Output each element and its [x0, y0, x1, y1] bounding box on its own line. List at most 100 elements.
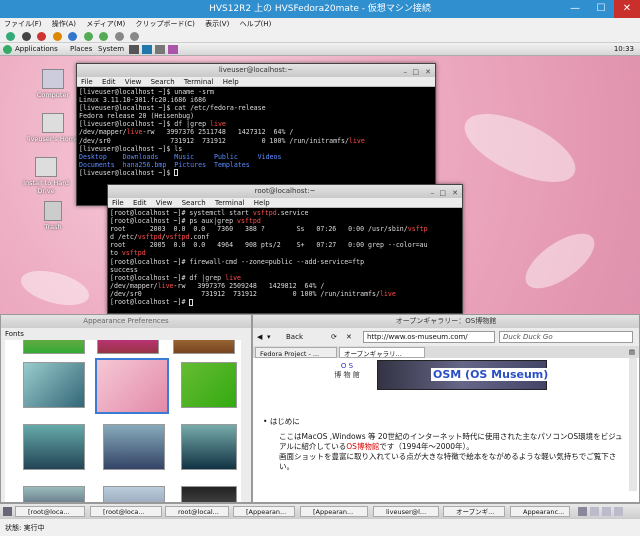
- minimize-icon[interactable]: –: [404, 66, 408, 79]
- reset-icon[interactable]: [99, 32, 109, 41]
- workspace-switcher-icon[interactable]: [614, 507, 623, 516]
- reload-icon[interactable]: ⟳: [331, 328, 337, 346]
- menu-file[interactable]: File: [81, 78, 93, 86]
- pause-icon[interactable]: [83, 32, 93, 41]
- taskbar-item[interactable]: [Appearan...: [300, 506, 368, 517]
- appearance-preferences-window[interactable]: Appearance Preferences Fonts: [0, 314, 252, 503]
- minimize-icon[interactable]: —: [562, 0, 588, 18]
- wallpaper-thumbnail[interactable]: [23, 362, 85, 408]
- desktop-icon-install[interactable]: Install to Hard Drive: [16, 157, 76, 195]
- wallpaper-thumbnail[interactable]: [181, 486, 237, 502]
- stop-icon[interactable]: ✕: [346, 328, 352, 346]
- revert-icon[interactable]: [130, 32, 140, 41]
- dropdown-icon[interactable]: ▾: [267, 328, 271, 346]
- taskbar-item[interactable]: オープンギ...: [443, 506, 505, 517]
- workspace-switcher-icon[interactable]: [602, 507, 611, 516]
- wallpaper-thumbnail[interactable]: [103, 424, 165, 470]
- terminal-output[interactable]: [root@localhost ~]# systemctl start vsft…: [108, 208, 462, 307]
- turn-off-icon[interactable]: [37, 32, 47, 41]
- appearance-title-bar[interactable]: Appearance Preferences: [1, 315, 251, 328]
- wallpaper-thumbnail[interactable]: [23, 486, 85, 502]
- guest-desktop: Applications Places System 10:33 Compute…: [0, 43, 640, 518]
- taskbar-item[interactable]: Appearanc...: [510, 506, 570, 517]
- desktop-icon-trash[interactable]: Trash: [23, 201, 83, 231]
- browser-title-bar[interactable]: オープンギャラリー：OS博物館: [253, 315, 639, 328]
- menu-clipboard[interactable]: クリップボード(C): [135, 20, 194, 28]
- terminal-window-root[interactable]: root@localhost:~ – □ ✕ File Edit View Se…: [107, 184, 463, 314]
- tab-os-museum[interactable]: オープンギャラリ...: [339, 347, 425, 358]
- terminal-output[interactable]: [liveuser@localhost ~]$ uname -srm Linux …: [77, 87, 435, 178]
- workspace-switcher-icon[interactable]: [578, 507, 587, 516]
- wallpaper-thumbnail[interactable]: [97, 340, 159, 354]
- wallpaper-thumbnail[interactable]: [103, 486, 165, 502]
- close-icon[interactable]: ✕: [614, 0, 640, 18]
- menu-file[interactable]: File: [112, 199, 124, 207]
- maximize-icon[interactable]: ☐: [588, 0, 614, 18]
- taskbar-item[interactable]: liveuser@l...: [373, 506, 439, 517]
- wallpaper-thumbnail-selected[interactable]: [95, 358, 169, 414]
- show-desktop-icon[interactable]: [3, 507, 12, 516]
- menu-search[interactable]: Search: [182, 199, 206, 207]
- wallpaper-thumbnail[interactable]: [23, 340, 85, 354]
- wallpaper-thumbnail[interactable]: [181, 362, 237, 408]
- search-field[interactable]: Duck Duck Go: [499, 331, 633, 343]
- menu-view[interactable]: 表示(V): [205, 20, 229, 28]
- taskbar-item[interactable]: [Appearan...: [233, 506, 295, 517]
- start-icon[interactable]: [21, 32, 31, 41]
- applications-menu[interactable]: Applications: [15, 43, 58, 56]
- url-field[interactable]: http://www.os-museum.com/: [363, 331, 495, 343]
- menu-terminal[interactable]: Terminal: [184, 78, 214, 86]
- help-launcher-icon[interactable]: [168, 45, 178, 54]
- places-menu[interactable]: Places: [70, 43, 92, 56]
- menu-search[interactable]: Search: [151, 78, 175, 86]
- desktop-icon-computer[interactable]: Computer: [23, 69, 83, 99]
- desktop-icon-home[interactable]: liveuser's Home: [23, 113, 83, 143]
- workspace-switcher-icon[interactable]: [590, 507, 599, 516]
- minimize-icon[interactable]: –: [431, 187, 435, 200]
- save-icon[interactable]: [68, 32, 78, 41]
- menu-edit[interactable]: Edit: [102, 78, 116, 86]
- files-launcher-icon[interactable]: [155, 45, 165, 54]
- terminal-line: root 2003 0.0 0.0 7360 388 ? Ss 07:26 0:…: [110, 225, 428, 234]
- menu-edit[interactable]: Edit: [133, 199, 147, 207]
- wallpaper-thumbnail[interactable]: [23, 424, 85, 470]
- terminal-title-bar[interactable]: liveuser@localhost:~ – □ ✕: [77, 64, 435, 77]
- wallpaper-thumbnail[interactable]: [173, 340, 235, 354]
- new-tab-icon[interactable]: ▤: [629, 346, 635, 358]
- browser-window[interactable]: オープンギャラリー：OS博物館 ◀ ▾ Back ⟳ ✕ http://www.…: [252, 314, 640, 503]
- taskbar-item[interactable]: [root@loca...: [15, 506, 85, 517]
- menu-help[interactable]: Help: [254, 199, 270, 207]
- menu-view[interactable]: View: [125, 78, 142, 86]
- close-icon[interactable]: ✕: [452, 187, 458, 200]
- clock[interactable]: 10:33: [614, 43, 634, 56]
- os-museum-logo: O S 博 物 館: [334, 362, 360, 379]
- system-menu[interactable]: System: [98, 43, 124, 56]
- menu-terminal[interactable]: Terminal: [215, 199, 245, 207]
- wallpaper-thumbnail[interactable]: [181, 424, 237, 470]
- scrollbar[interactable]: [629, 358, 637, 491]
- menu-view[interactable]: View: [156, 199, 173, 207]
- menu-help[interactable]: ヘルプ(H): [240, 20, 272, 28]
- shutdown-icon[interactable]: [52, 32, 62, 41]
- terminal-title-bar[interactable]: root@localhost:~ – □ ✕: [108, 185, 462, 198]
- menu-media[interactable]: メディア(M): [86, 20, 125, 28]
- taskbar-item[interactable]: [root@loca...: [90, 506, 162, 517]
- terminal-line: [liveuser@localhost ~]$ uname -srm: [79, 88, 214, 96]
- menu-action[interactable]: 操作(A): [52, 20, 76, 28]
- firefox-launcher-icon[interactable]: [142, 45, 152, 54]
- bottom-taskbar: [root@loca... [root@loca... root@local..…: [0, 503, 640, 518]
- tab-fonts[interactable]: Fonts: [5, 330, 24, 338]
- terminal-launcher-icon[interactable]: [129, 45, 139, 54]
- back-button[interactable]: Back: [286, 328, 303, 346]
- taskbar-item[interactable]: root@local...: [165, 506, 229, 517]
- ctrl-alt-del-icon[interactable]: [6, 32, 15, 41]
- tab-fedora-project[interactable]: Fedora Project - ...: [255, 347, 337, 358]
- close-icon[interactable]: ✕: [425, 66, 431, 79]
- checkpoint-icon[interactable]: [114, 32, 124, 41]
- maximize-icon[interactable]: □: [439, 187, 446, 200]
- top-panel: Applications Places System 10:33: [0, 43, 640, 56]
- back-arrow-icon[interactable]: ◀: [257, 328, 262, 346]
- menu-help[interactable]: Help: [223, 78, 239, 86]
- menu-file[interactable]: ファイル(F): [4, 20, 42, 28]
- maximize-icon[interactable]: □: [412, 66, 419, 79]
